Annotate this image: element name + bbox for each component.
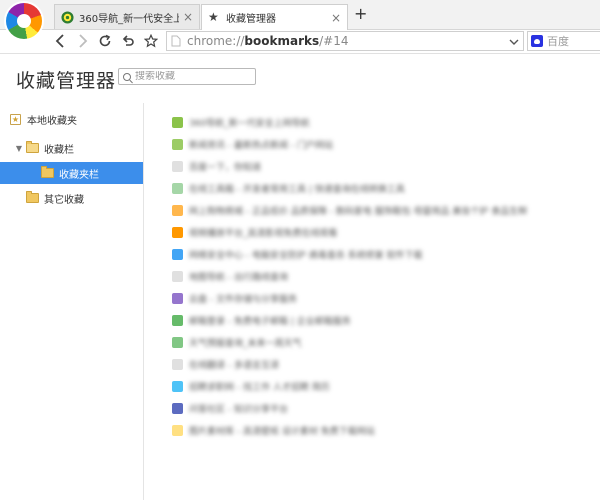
chevron-left-icon: [55, 34, 64, 48]
tree-item-label: 收藏栏: [44, 144, 74, 156]
bookmark-row[interactable]: 360导航_新一代安全上网导航: [172, 112, 322, 132]
browser-logo-icon[interactable]: [6, 3, 42, 39]
favicon-icon: [172, 358, 183, 370]
bookmark-title: 在线翻译 - 多语言互译: [189, 360, 279, 371]
tab-title: 360导航_新一代安全上网导航: [79, 13, 179, 25]
baidu-icon: [531, 35, 543, 47]
favicon-icon: [172, 380, 183, 392]
bookmark-title: 图片素材库 - 高清壁纸 设计素材 免费下载网站: [189, 426, 375, 437]
bookmark-title: 云盘 - 文件存储与分享服务: [189, 294, 297, 305]
bookmark-row[interactable]: 云盘 - 文件存储与分享服务: [172, 288, 382, 308]
bookmark-row[interactable]: 新闻资讯 - 最新热点新闻 - 门户网站: [172, 134, 360, 154]
favicon-icon: [172, 314, 183, 326]
favicon-icon: [172, 270, 183, 282]
bookmark-title: 招聘求职网 - 找工作 人才招聘 简历: [189, 382, 330, 393]
bookmark-title: 天气预报查询_未来一周天气: [189, 338, 302, 349]
url-path: /#14: [319, 34, 349, 48]
favicon-icon: [172, 116, 183, 128]
star-icon: ★: [208, 10, 219, 24]
tab-360-nav[interactable]: 360导航_新一代安全上网导航 ×: [54, 4, 200, 29]
search-engine-label: 百度: [547, 35, 569, 48]
tree-item-bookmark-bar[interactable]: ▼ 收藏栏: [14, 137, 140, 159]
search-engine-box[interactable]: 百度: [527, 31, 600, 51]
folder-icon: [26, 191, 39, 203]
favicon-icon: [172, 204, 183, 216]
favicon-icon: [172, 226, 183, 238]
bookmark-row[interactable]: 视频播放平台_高清影视免费在线观看: [172, 222, 392, 242]
bookmark-row[interactable]: 招聘求职网 - 找工作 人才招聘 简历: [172, 376, 380, 396]
bookmark-title: 网上购物商城 - 正品低价 品质保障 - 数码家电 服饰鞋包 母婴用品 美妆个护…: [189, 206, 528, 217]
page-title: 收藏管理器: [16, 70, 117, 92]
back-button[interactable]: [52, 32, 70, 50]
bookmark-title: 360导航_新一代安全上网导航: [189, 118, 310, 129]
favicon-icon: [172, 336, 183, 348]
favicon-icon: [172, 160, 183, 172]
triangle-down-icon[interactable]: ▼: [14, 144, 24, 153]
bookmark-title: 百度一下，你知道: [189, 162, 262, 173]
favicon-icon: [172, 248, 183, 260]
tree-item-local-bookmarks[interactable]: ★ 本地收藏夹: [10, 108, 140, 130]
favicon-icon: [172, 424, 183, 436]
star-icon: ★: [10, 113, 21, 125]
bookmark-row[interactable]: 在线工具箱 - 开发者常用工具 | 快速查询在线转换工具: [172, 178, 412, 198]
tab-close-icon[interactable]: ×: [183, 10, 193, 24]
page-icon: [171, 35, 181, 47]
bookmark-star-button[interactable]: [142, 32, 160, 50]
reload-icon: [99, 34, 111, 47]
url-host: bookmarks: [244, 34, 320, 48]
folder-open-icon: [26, 141, 39, 153]
folder-icon: [41, 166, 54, 178]
chevron-down-icon[interactable]: [508, 33, 520, 51]
favicon-icon: [172, 138, 183, 150]
bookmark-title: 网络安全中心 - 电脑安全防护 病毒查杀 系统修复 软件下载: [189, 250, 423, 261]
star-outline-icon: [144, 34, 158, 48]
undo-icon: [122, 35, 134, 46]
tab-bookmark-manager[interactable]: ★ 收藏管理器 ×: [201, 4, 348, 30]
folder-tree-sidebar: ★ 本地收藏夹 ▼ 收藏栏 收藏夹栏 其它收藏: [0, 103, 144, 500]
forward-button[interactable]: [73, 32, 91, 50]
bookmark-title: 新闻资讯 - 最新热点新闻 - 门户网站: [189, 140, 333, 151]
address-bar[interactable]: chrome:// bookmarks /#14: [166, 31, 524, 51]
favicon-icon: [172, 182, 183, 194]
reload-button[interactable]: [96, 32, 114, 50]
new-tab-button[interactable]: +: [354, 4, 367, 23]
tab-title: 收藏管理器: [226, 14, 276, 25]
bookmark-title: 在线工具箱 - 开发者常用工具 | 快速查询在线转换工具: [189, 184, 405, 195]
tab-strip: 360导航_新一代安全上网导航 × ★ 收藏管理器 × +: [0, 0, 600, 39]
bookmark-title: 视频播放平台_高清影视免费在线观看: [189, 228, 338, 239]
bookmark-row[interactable]: 网上购物商城 - 正品低价 品质保障 - 数码家电 服饰鞋包 母婴用品 美妆个护…: [172, 200, 554, 220]
favicon-icon: [172, 402, 183, 414]
tree-item-label: 收藏夹栏: [59, 169, 99, 181]
tree-item-favorites-bar[interactable]: 收藏夹栏: [0, 162, 143, 184]
navigation-toolbar: chrome:// bookmarks /#14 百度: [0, 30, 600, 54]
bookmark-search-input[interactable]: [135, 71, 245, 82]
tab-close-icon[interactable]: ×: [331, 11, 341, 25]
tree-item-label: 其它收藏: [44, 194, 84, 206]
bookmark-title: 地图导航 - 出行路线查询: [189, 272, 288, 283]
undo-close-button[interactable]: [119, 32, 137, 50]
tree-item-other-bookmarks[interactable]: 其它收藏: [26, 187, 140, 209]
bookmark-row[interactable]: 天气预报查询_未来一周天气: [172, 332, 358, 352]
search-icon: [123, 72, 131, 81]
bookmark-row[interactable]: 地图导航 - 出行路线查询: [172, 266, 342, 286]
bookmark-row[interactable]: 在线翻译 - 多语言互译: [172, 354, 302, 374]
url-scheme: chrome://: [187, 34, 245, 48]
chevron-right-icon: [79, 34, 88, 48]
tree-item-label: 本地收藏夹: [27, 115, 77, 127]
bookmark-row[interactable]: 图片素材库 - 高清壁纸 设计素材 免费下载网站: [172, 420, 438, 440]
bookmark-search-box[interactable]: [118, 68, 256, 85]
bookmark-row[interactable]: 邮箱登录 - 免费电子邮箱 | 企业邮箱服务: [172, 310, 420, 330]
bookmark-row[interactable]: 网络安全中心 - 电脑安全防护 病毒查杀 系统修复 软件下载: [172, 244, 510, 264]
360-safe-icon: [61, 10, 74, 24]
bookmark-row[interactable]: 问答社区 - 知识分享平台: [172, 398, 342, 418]
bookmark-row[interactable]: 百度一下，你知道: [172, 156, 292, 176]
bookmark-title: 问答社区 - 知识分享平台: [189, 404, 288, 415]
favicon-icon: [172, 292, 183, 304]
bookmark-title: 邮箱登录 - 免费电子邮箱 | 企业邮箱服务: [189, 316, 351, 327]
